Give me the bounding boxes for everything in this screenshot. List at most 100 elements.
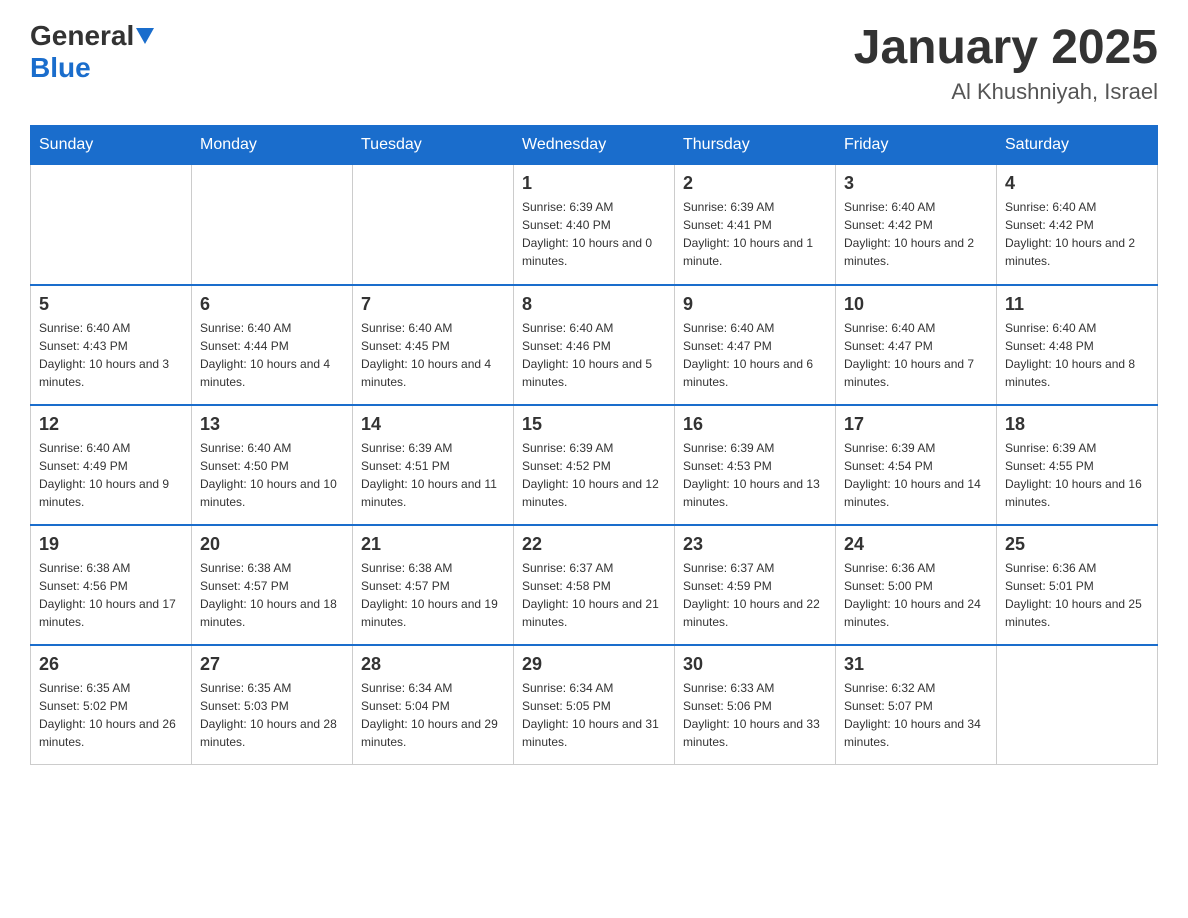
day-number: 31	[844, 654, 988, 675]
calendar-cell: 7 Sunrise: 6:40 AM Sunset: 4:45 PM Daylig…	[353, 285, 514, 405]
calendar-week-row: 19 Sunrise: 6:38 AM Sunset: 4:56 PM Dayli…	[31, 525, 1158, 645]
calendar-cell: 28 Sunrise: 6:34 AM Sunset: 5:04 PM Dayli…	[353, 645, 514, 765]
day-info: Sunrise: 6:40 AM Sunset: 4:46 PM Dayligh…	[522, 319, 666, 391]
day-number: 3	[844, 173, 988, 194]
day-info: Sunrise: 6:32 AM Sunset: 5:07 PM Dayligh…	[844, 679, 988, 751]
day-info: Sunrise: 6:40 AM Sunset: 4:49 PM Dayligh…	[39, 439, 183, 511]
day-number: 11	[1005, 294, 1149, 315]
calendar-cell: 19 Sunrise: 6:38 AM Sunset: 4:56 PM Dayli…	[31, 525, 192, 645]
day-number: 20	[200, 534, 344, 555]
day-info: Sunrise: 6:40 AM Sunset: 4:48 PM Dayligh…	[1005, 319, 1149, 391]
calendar-week-row: 26Sunrise: 6:35 AM Sunset: 5:02 PM Dayli…	[31, 645, 1158, 765]
calendar-cell: 27Sunrise: 6:35 AM Sunset: 5:03 PM Dayli…	[192, 645, 353, 765]
header-cell-sunday: Sunday	[31, 126, 192, 165]
calendar-cell: 6Sunrise: 6:40 AM Sunset: 4:44 PM Daylig…	[192, 285, 353, 405]
day-number: 5	[39, 294, 183, 315]
page-header: General Blue January 2025 Al Khushniyah,…	[30, 20, 1158, 105]
header-cell-wednesday: Wednesday	[514, 126, 675, 165]
calendar-week-row: 5 Sunrise: 6:40 AM Sunset: 4:43 PM Daylig…	[31, 285, 1158, 405]
calendar-cell: 25Sunrise: 6:36 AM Sunset: 5:01 PM Dayli…	[997, 525, 1158, 645]
calendar-cell: 14 Sunrise: 6:39 AM Sunset: 4:51 PM Dayli…	[353, 405, 514, 525]
day-info: Sunrise: 6:34 AM Sunset: 5:04 PM Dayligh…	[361, 679, 505, 751]
day-info: Sunrise: 6:40 AM Sunset: 4:47 PM Dayligh…	[844, 319, 988, 391]
calendar-week-row: 1 Sunrise: 6:39 AM Sunset: 4:40 PM Daylig…	[31, 165, 1158, 285]
day-number: 14	[361, 414, 505, 435]
day-info: Sunrise: 6:39 AM Sunset: 4:41 PM Dayligh…	[683, 198, 827, 270]
day-info: Sunrise: 6:35 AM Sunset: 5:02 PM Dayligh…	[39, 679, 183, 751]
day-number: 12	[39, 414, 183, 435]
day-info: Sunrise: 6:37 AM Sunset: 4:58 PM Dayligh…	[522, 559, 666, 631]
calendar-cell: 3 Sunrise: 6:40 AM Sunset: 4:42 PM Daylig…	[836, 165, 997, 285]
day-number: 29	[522, 654, 666, 675]
day-number: 18	[1005, 414, 1149, 435]
calendar-cell	[192, 165, 353, 285]
day-number: 28	[361, 654, 505, 675]
day-info: Sunrise: 6:40 AM Sunset: 4:44 PM Dayligh…	[200, 319, 344, 391]
day-number: 23	[683, 534, 827, 555]
day-info: Sunrise: 6:38 AM Sunset: 4:57 PM Dayligh…	[200, 559, 344, 631]
day-info: Sunrise: 6:36 AM Sunset: 5:00 PM Dayligh…	[844, 559, 988, 631]
header-cell-tuesday: Tuesday	[353, 126, 514, 165]
day-info: Sunrise: 6:38 AM Sunset: 4:56 PM Dayligh…	[39, 559, 183, 631]
day-info: Sunrise: 6:40 AM Sunset: 4:42 PM Dayligh…	[1005, 198, 1149, 270]
calendar-cell: 30 Sunrise: 6:33 AM Sunset: 5:06 PM Dayli…	[675, 645, 836, 765]
day-number: 9	[683, 294, 827, 315]
calendar-cell	[31, 165, 192, 285]
calendar-cell: 1 Sunrise: 6:39 AM Sunset: 4:40 PM Daylig…	[514, 165, 675, 285]
calendar-cell: 4Sunrise: 6:40 AM Sunset: 4:42 PM Daylig…	[997, 165, 1158, 285]
day-info: Sunrise: 6:39 AM Sunset: 4:52 PM Dayligh…	[522, 439, 666, 511]
calendar-cell: 11 Sunrise: 6:40 AM Sunset: 4:48 PM Dayli…	[997, 285, 1158, 405]
day-info: Sunrise: 6:40 AM Sunset: 4:45 PM Dayligh…	[361, 319, 505, 391]
calendar-week-row: 12 Sunrise: 6:40 AM Sunset: 4:49 PM Dayli…	[31, 405, 1158, 525]
day-info: Sunrise: 6:40 AM Sunset: 4:43 PM Dayligh…	[39, 319, 183, 391]
day-info: Sunrise: 6:33 AM Sunset: 5:06 PM Dayligh…	[683, 679, 827, 751]
day-info: Sunrise: 6:39 AM Sunset: 4:55 PM Dayligh…	[1005, 439, 1149, 511]
day-number: 2	[683, 173, 827, 194]
calendar-cell: 8 Sunrise: 6:40 AM Sunset: 4:46 PM Daylig…	[514, 285, 675, 405]
calendar-cell: 15 Sunrise: 6:39 AM Sunset: 4:52 PM Dayli…	[514, 405, 675, 525]
day-info: Sunrise: 6:38 AM Sunset: 4:57 PM Dayligh…	[361, 559, 505, 631]
day-number: 19	[39, 534, 183, 555]
day-info: Sunrise: 6:36 AM Sunset: 5:01 PM Dayligh…	[1005, 559, 1149, 631]
calendar-cell: 9 Sunrise: 6:40 AM Sunset: 4:47 PM Daylig…	[675, 285, 836, 405]
day-number: 8	[522, 294, 666, 315]
calendar-cell: 5 Sunrise: 6:40 AM Sunset: 4:43 PM Daylig…	[31, 285, 192, 405]
day-info: Sunrise: 6:34 AM Sunset: 5:05 PM Dayligh…	[522, 679, 666, 751]
day-info: Sunrise: 6:39 AM Sunset: 4:53 PM Dayligh…	[683, 439, 827, 511]
day-number: 24	[844, 534, 988, 555]
calendar-cell: 16 Sunrise: 6:39 AM Sunset: 4:53 PM Dayli…	[675, 405, 836, 525]
day-info: Sunrise: 6:40 AM Sunset: 4:50 PM Dayligh…	[200, 439, 344, 511]
calendar-cell: 18 Sunrise: 6:39 AM Sunset: 4:55 PM Dayli…	[997, 405, 1158, 525]
calendar-cell: 24 Sunrise: 6:36 AM Sunset: 5:00 PM Dayli…	[836, 525, 997, 645]
day-number: 7	[361, 294, 505, 315]
day-number: 17	[844, 414, 988, 435]
day-number: 16	[683, 414, 827, 435]
header-cell-thursday: Thursday	[675, 126, 836, 165]
title-section: January 2025 Al Khushniyah, Israel	[854, 20, 1158, 105]
calendar-cell: 31 Sunrise: 6:32 AM Sunset: 5:07 PM Dayli…	[836, 645, 997, 765]
day-number: 21	[361, 534, 505, 555]
calendar-cell: 17 Sunrise: 6:39 AM Sunset: 4:54 PM Dayli…	[836, 405, 997, 525]
header-cell-friday: Friday	[836, 126, 997, 165]
calendar-cell	[997, 645, 1158, 765]
calendar-cell: 10 Sunrise: 6:40 AM Sunset: 4:47 PM Dayli…	[836, 285, 997, 405]
day-info: Sunrise: 6:39 AM Sunset: 4:51 PM Dayligh…	[361, 439, 505, 511]
day-number: 30	[683, 654, 827, 675]
calendar-cell: 13 Sunrise: 6:40 AM Sunset: 4:50 PM Dayli…	[192, 405, 353, 525]
calendar-cell: 23Sunrise: 6:37 AM Sunset: 4:59 PM Dayli…	[675, 525, 836, 645]
day-info: Sunrise: 6:39 AM Sunset: 4:54 PM Dayligh…	[844, 439, 988, 511]
day-info: Sunrise: 6:39 AM Sunset: 4:40 PM Dayligh…	[522, 198, 666, 270]
logo-blue-text: Blue	[30, 52, 154, 84]
day-number: 1	[522, 173, 666, 194]
day-number: 13	[200, 414, 344, 435]
header-row: SundayMondayTuesdayWednesdayThursdayFrid…	[31, 126, 1158, 165]
calendar-cell: 21 Sunrise: 6:38 AM Sunset: 4:57 PM Dayli…	[353, 525, 514, 645]
calendar-cell: 20 Sunrise: 6:38 AM Sunset: 4:57 PM Dayli…	[192, 525, 353, 645]
day-number: 22	[522, 534, 666, 555]
day-info: Sunrise: 6:40 AM Sunset: 4:47 PM Dayligh…	[683, 319, 827, 391]
day-number: 27	[200, 654, 344, 675]
day-number: 15	[522, 414, 666, 435]
day-info: Sunrise: 6:40 AM Sunset: 4:42 PM Dayligh…	[844, 198, 988, 270]
day-number: 10	[844, 294, 988, 315]
header-cell-saturday: Saturday	[997, 126, 1158, 165]
